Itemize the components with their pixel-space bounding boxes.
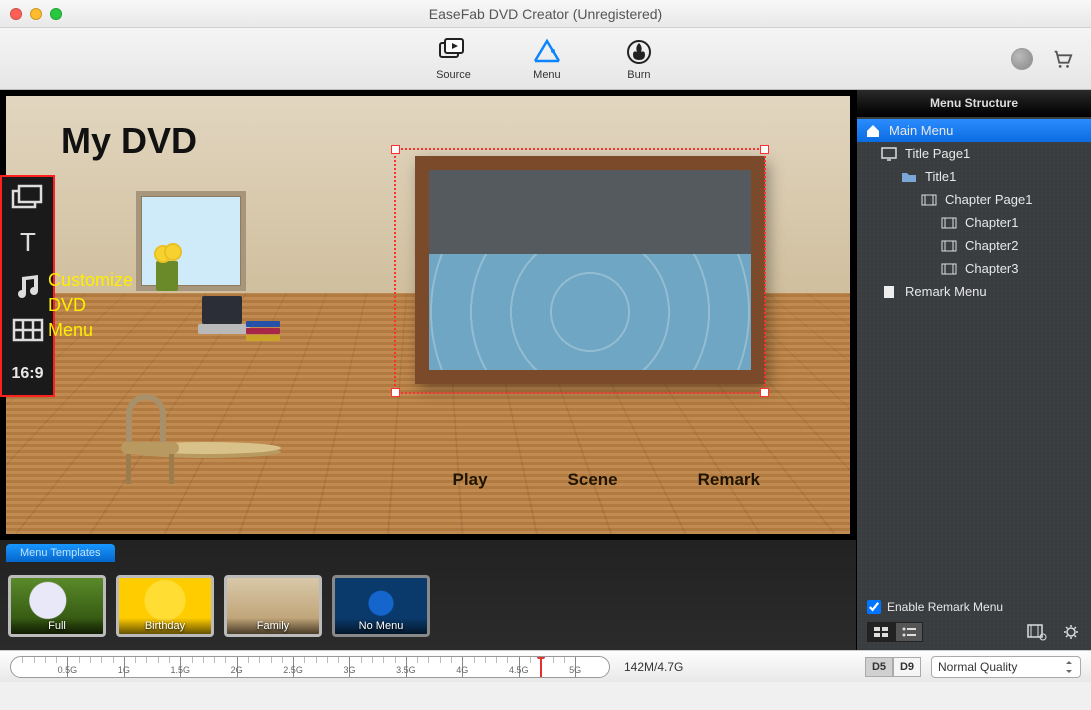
monitor-icon (881, 147, 897, 161)
aspect-ratio-button[interactable]: 16:9 (10, 359, 46, 389)
folder-icon (901, 170, 917, 184)
remark-button[interactable]: Remark (698, 470, 760, 490)
home-icon (865, 124, 881, 138)
dvd-title[interactable]: My DVD (61, 120, 197, 162)
source-icon (437, 37, 469, 65)
tree-chapter[interactable]: Chapter3 (857, 257, 1091, 280)
template-strip: Menu Templates Full Birthday Family No M… (0, 540, 856, 650)
music-tool-icon[interactable] (10, 271, 46, 301)
disc-type-toggle: D5 D9 (865, 657, 921, 677)
quality-select[interactable]: Normal Quality (931, 656, 1081, 678)
size-text: 142M/4.7G (624, 660, 683, 674)
titlebar: EaseFab DVD Creator (Unregistered) (0, 0, 1091, 28)
tree-chapter-page[interactable]: Chapter Page1 (857, 188, 1091, 211)
burn-icon (623, 37, 655, 65)
tree-chapter[interactable]: Chapter1 (857, 211, 1091, 234)
menu-nav-buttons: Play Scene Remark (453, 470, 760, 490)
structure-header: Menu Structure (857, 90, 1091, 117)
text-tool-icon[interactable]: T (10, 227, 46, 257)
source-button[interactable]: Source (436, 37, 471, 81)
d9-button[interactable]: D9 (893, 657, 921, 677)
capacity-marker[interactable] (540, 656, 542, 678)
enable-remark-checkbox[interactable]: Enable Remark Menu (867, 600, 1081, 614)
gear-icon[interactable] (1061, 623, 1081, 641)
template-birthday[interactable]: Birthday (116, 575, 214, 637)
flowers-decor (156, 261, 178, 291)
laptop-decor (202, 314, 252, 344)
svg-text:T: T (20, 227, 36, 257)
window-controls (10, 8, 62, 20)
status-bar: 0.5G1G1.5G2G2.5G3G3.5G4G4.5G5G 142M/4.7G… (0, 650, 1091, 682)
minimize-icon[interactable] (30, 8, 42, 20)
main-toolbar: Source Menu Burn (0, 28, 1091, 90)
tree-remark-menu[interactable]: Remark Menu (857, 280, 1091, 303)
resize-handle[interactable] (760, 388, 769, 397)
menu-label: Menu (533, 69, 561, 81)
film-icon (921, 193, 937, 207)
film-settings-icon[interactable] (1027, 623, 1047, 641)
template-family[interactable]: Family (224, 575, 322, 637)
close-icon[interactable] (10, 8, 22, 20)
customize-toolbar: T 16:9 (0, 175, 55, 397)
checkbox-input[interactable] (867, 600, 881, 614)
resize-handle[interactable] (391, 145, 400, 154)
menu-button[interactable]: Menu (531, 37, 563, 81)
resize-handle[interactable] (391, 388, 400, 397)
scene-button[interactable]: Scene (568, 470, 618, 490)
template-nomenu[interactable]: No Menu (332, 575, 430, 637)
film-icon (941, 262, 957, 276)
selection-outline[interactable] (394, 148, 766, 394)
chevron-down-icon (1064, 661, 1074, 673)
frame-tool-icon[interactable] (10, 183, 46, 213)
zoom-icon[interactable] (50, 8, 62, 20)
capacity-ruler[interactable]: 0.5G1G1.5G2G2.5G3G3.5G4G4.5G5G (10, 656, 610, 678)
d5-button[interactable]: D5 (865, 657, 893, 677)
structure-tree: Main Menu Title Page1 Title1 Chapter Pag… (857, 117, 1091, 592)
books-decor (246, 321, 280, 343)
film-icon (941, 239, 957, 253)
chair-decor (116, 394, 186, 484)
menu-icon (531, 37, 563, 65)
window-title: EaseFab DVD Creator (Unregistered) (0, 6, 1091, 22)
tree-main-menu[interactable]: Main Menu (857, 119, 1091, 142)
burn-label: Burn (627, 69, 650, 81)
menu-preview[interactable]: My DVD Play Scene (0, 90, 856, 540)
customize-annotation: Customize DVD Menu (48, 268, 133, 344)
templates-tab[interactable]: Menu Templates (6, 544, 115, 562)
view-toggle (867, 622, 923, 642)
tree-title-page[interactable]: Title Page1 (857, 142, 1091, 165)
disc-icon[interactable] (1011, 48, 1033, 70)
tree-title[interactable]: Title1 (857, 165, 1091, 188)
page-icon (881, 285, 897, 299)
template-full[interactable]: Full (8, 575, 106, 637)
scene-window (136, 191, 246, 291)
tree-chapter[interactable]: Chapter2 (857, 234, 1091, 257)
menu-structure-panel: Menu Structure Main Menu Title Page1 Tit… (856, 90, 1091, 650)
burn-button[interactable]: Burn (623, 37, 655, 81)
play-button[interactable]: Play (453, 470, 488, 490)
chapter-tool-icon[interactable] (10, 315, 46, 345)
resize-handle[interactable] (760, 145, 769, 154)
list-view-button[interactable] (895, 622, 923, 642)
cart-icon[interactable] (1051, 48, 1073, 70)
thumbnail-view-button[interactable] (867, 622, 895, 642)
film-icon (941, 216, 957, 230)
source-label: Source (436, 69, 471, 81)
